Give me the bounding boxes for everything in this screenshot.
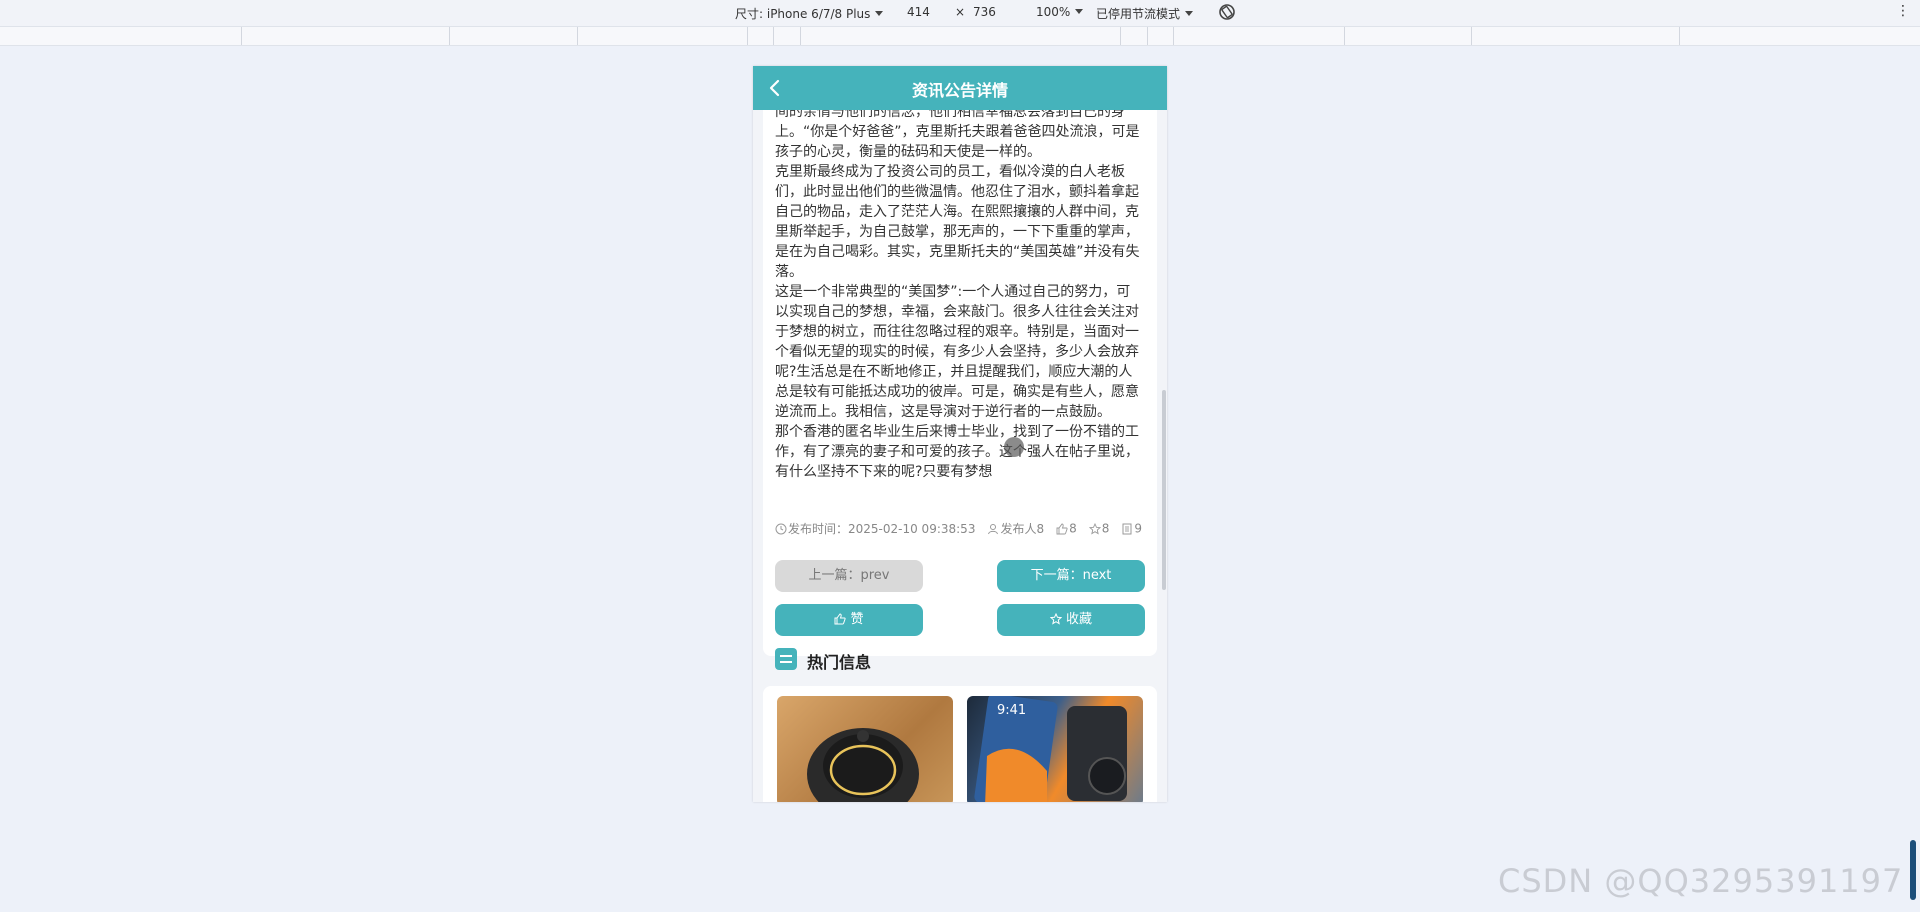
ruler-tick bbox=[1344, 27, 1345, 45]
phone-viewport: 资讯公告详情 间的亲情与他们的信念，他们相信幸福总会落到自己的身上。“你是个好爸… bbox=[753, 66, 1167, 802]
viewport-width-value: 414 bbox=[907, 5, 930, 19]
dimension-separator: × bbox=[955, 5, 965, 19]
throttle-value: 已停用节流模式 bbox=[1096, 7, 1181, 21]
article-body: 间的亲情与他们的信念，他们相信幸福总会落到自己的身上。“你是个好爸爸”，克里斯托… bbox=[775, 102, 1143, 482]
viewport-height-value: 736 bbox=[973, 5, 996, 19]
ruler-tick bbox=[1147, 27, 1148, 45]
chevron-down-icon bbox=[875, 11, 884, 16]
article-card: 间的亲情与他们的信念，他们相信幸福总会落到自己的身上。“你是个好爸爸”，克里斯托… bbox=[763, 104, 1157, 656]
more-options-icon[interactable]: ⋮ bbox=[1896, 3, 1910, 19]
scrollbar-thumb[interactable] bbox=[1162, 390, 1166, 590]
like-count: 8 bbox=[1069, 521, 1077, 536]
next-article-button[interactable]: 下一篇：next bbox=[997, 560, 1145, 592]
favorite-count: 8 bbox=[1101, 521, 1110, 536]
hot-list: 9:41 bbox=[763, 686, 1157, 802]
ruler-tick bbox=[1120, 27, 1121, 45]
viewport-height-input[interactable]: 736 bbox=[973, 5, 996, 19]
ruler-tick bbox=[1679, 27, 1680, 45]
page-title: 资讯公告详情 bbox=[911, 81, 1008, 100]
zoom-value: 100% bbox=[1036, 5, 1071, 19]
viewport-width-input[interactable]: 414 bbox=[907, 5, 930, 19]
article-meta: 发布时间：2025-02-10 09:38:53 发布人8 8 8 9 bbox=[775, 520, 1150, 538]
thumbs-up-icon bbox=[1056, 523, 1068, 534]
like-button-label: 赞 bbox=[850, 612, 864, 627]
article-paragraph: 间的亲情与他们的信念，他们相信幸福总会落到自己的身上。“你是个好爸爸”，克里斯托… bbox=[775, 104, 1140, 160]
devtools-toolbar: 尺寸: iPhone 6/7/8 Plus 414 × 736 100% 已停用… bbox=[0, 0, 1920, 27]
hot-item-image[interactable]: 9:41 bbox=[967, 696, 1143, 802]
ruler-tick bbox=[773, 27, 774, 45]
speaker-image-icon bbox=[807, 728, 919, 802]
ruler-tick bbox=[747, 27, 748, 45]
ruler-tick bbox=[449, 27, 450, 45]
user-icon bbox=[988, 523, 999, 534]
article-paragraph: 那个香港的匿名毕业生后来博士毕业，找到了一份不错的工作，有了漂亮的妻子和可爱的孩… bbox=[775, 424, 1139, 480]
like-button[interactable]: 赞 bbox=[775, 604, 923, 636]
view-count: 9 bbox=[1134, 521, 1143, 536]
hot-section-title: 热门信息 bbox=[807, 653, 872, 672]
prev-article-button[interactable]: 上一篇：prev bbox=[775, 560, 923, 592]
clock-icon bbox=[775, 523, 787, 534]
zoom-select[interactable]: 100% bbox=[1036, 5, 1084, 19]
ruler-tick bbox=[800, 27, 801, 45]
chevron-down-icon bbox=[1075, 9, 1084, 14]
ruler-tick bbox=[241, 27, 242, 45]
article-paragraph: 克里斯最终成为了投资公司的员工，看似冷漠的白人老板们，此时显出他们的些微温情。他… bbox=[775, 164, 1140, 280]
collect-button[interactable]: 收藏 bbox=[997, 604, 1145, 636]
list-icon bbox=[775, 648, 797, 670]
media-query-ruler bbox=[0, 27, 1920, 46]
more-glyph: ⋮ bbox=[1896, 3, 1910, 19]
collect-button-label: 收藏 bbox=[1065, 612, 1092, 627]
star-icon bbox=[1088, 522, 1101, 535]
star-icon bbox=[1049, 612, 1063, 625]
page-scrollbar[interactable] bbox=[1910, 840, 1916, 900]
rotate-icon[interactable] bbox=[1217, 2, 1237, 22]
app-header: 资讯公告详情 bbox=[753, 66, 1167, 110]
document-icon bbox=[1122, 523, 1132, 534]
phone-holder-image-icon: 9:41 bbox=[974, 696, 1127, 802]
watermark: CSDN @QQ3295391197 bbox=[1498, 862, 1904, 900]
touch-cursor bbox=[1004, 437, 1024, 457]
publish-time: 发布时间：2025-02-10 09:38:53 bbox=[788, 522, 976, 536]
ruler-tick bbox=[1471, 27, 1472, 45]
ruler-tick bbox=[577, 27, 578, 45]
device-size-select[interactable]: 尺寸: iPhone 6/7/8 Plus bbox=[735, 5, 884, 22]
times-glyph: × bbox=[955, 5, 966, 19]
throttle-select[interactable]: 已停用节流模式 bbox=[1096, 5, 1194, 22]
thumbs-up-icon bbox=[834, 613, 847, 625]
chevron-down-icon bbox=[1185, 11, 1194, 16]
publisher: 发布人8 bbox=[1000, 522, 1045, 536]
phone-clock-text: 9:41 bbox=[997, 703, 1026, 718]
hot-item-image[interactable] bbox=[777, 696, 953, 802]
ruler-tick bbox=[1173, 27, 1174, 45]
article-paragraph: 这是一个非常典型的“美国梦”:一个人通过自己的努力，可以实现自己的梦想，幸福，会… bbox=[775, 284, 1139, 420]
device-size-label: 尺寸: iPhone 6/7/8 Plus bbox=[735, 7, 871, 21]
